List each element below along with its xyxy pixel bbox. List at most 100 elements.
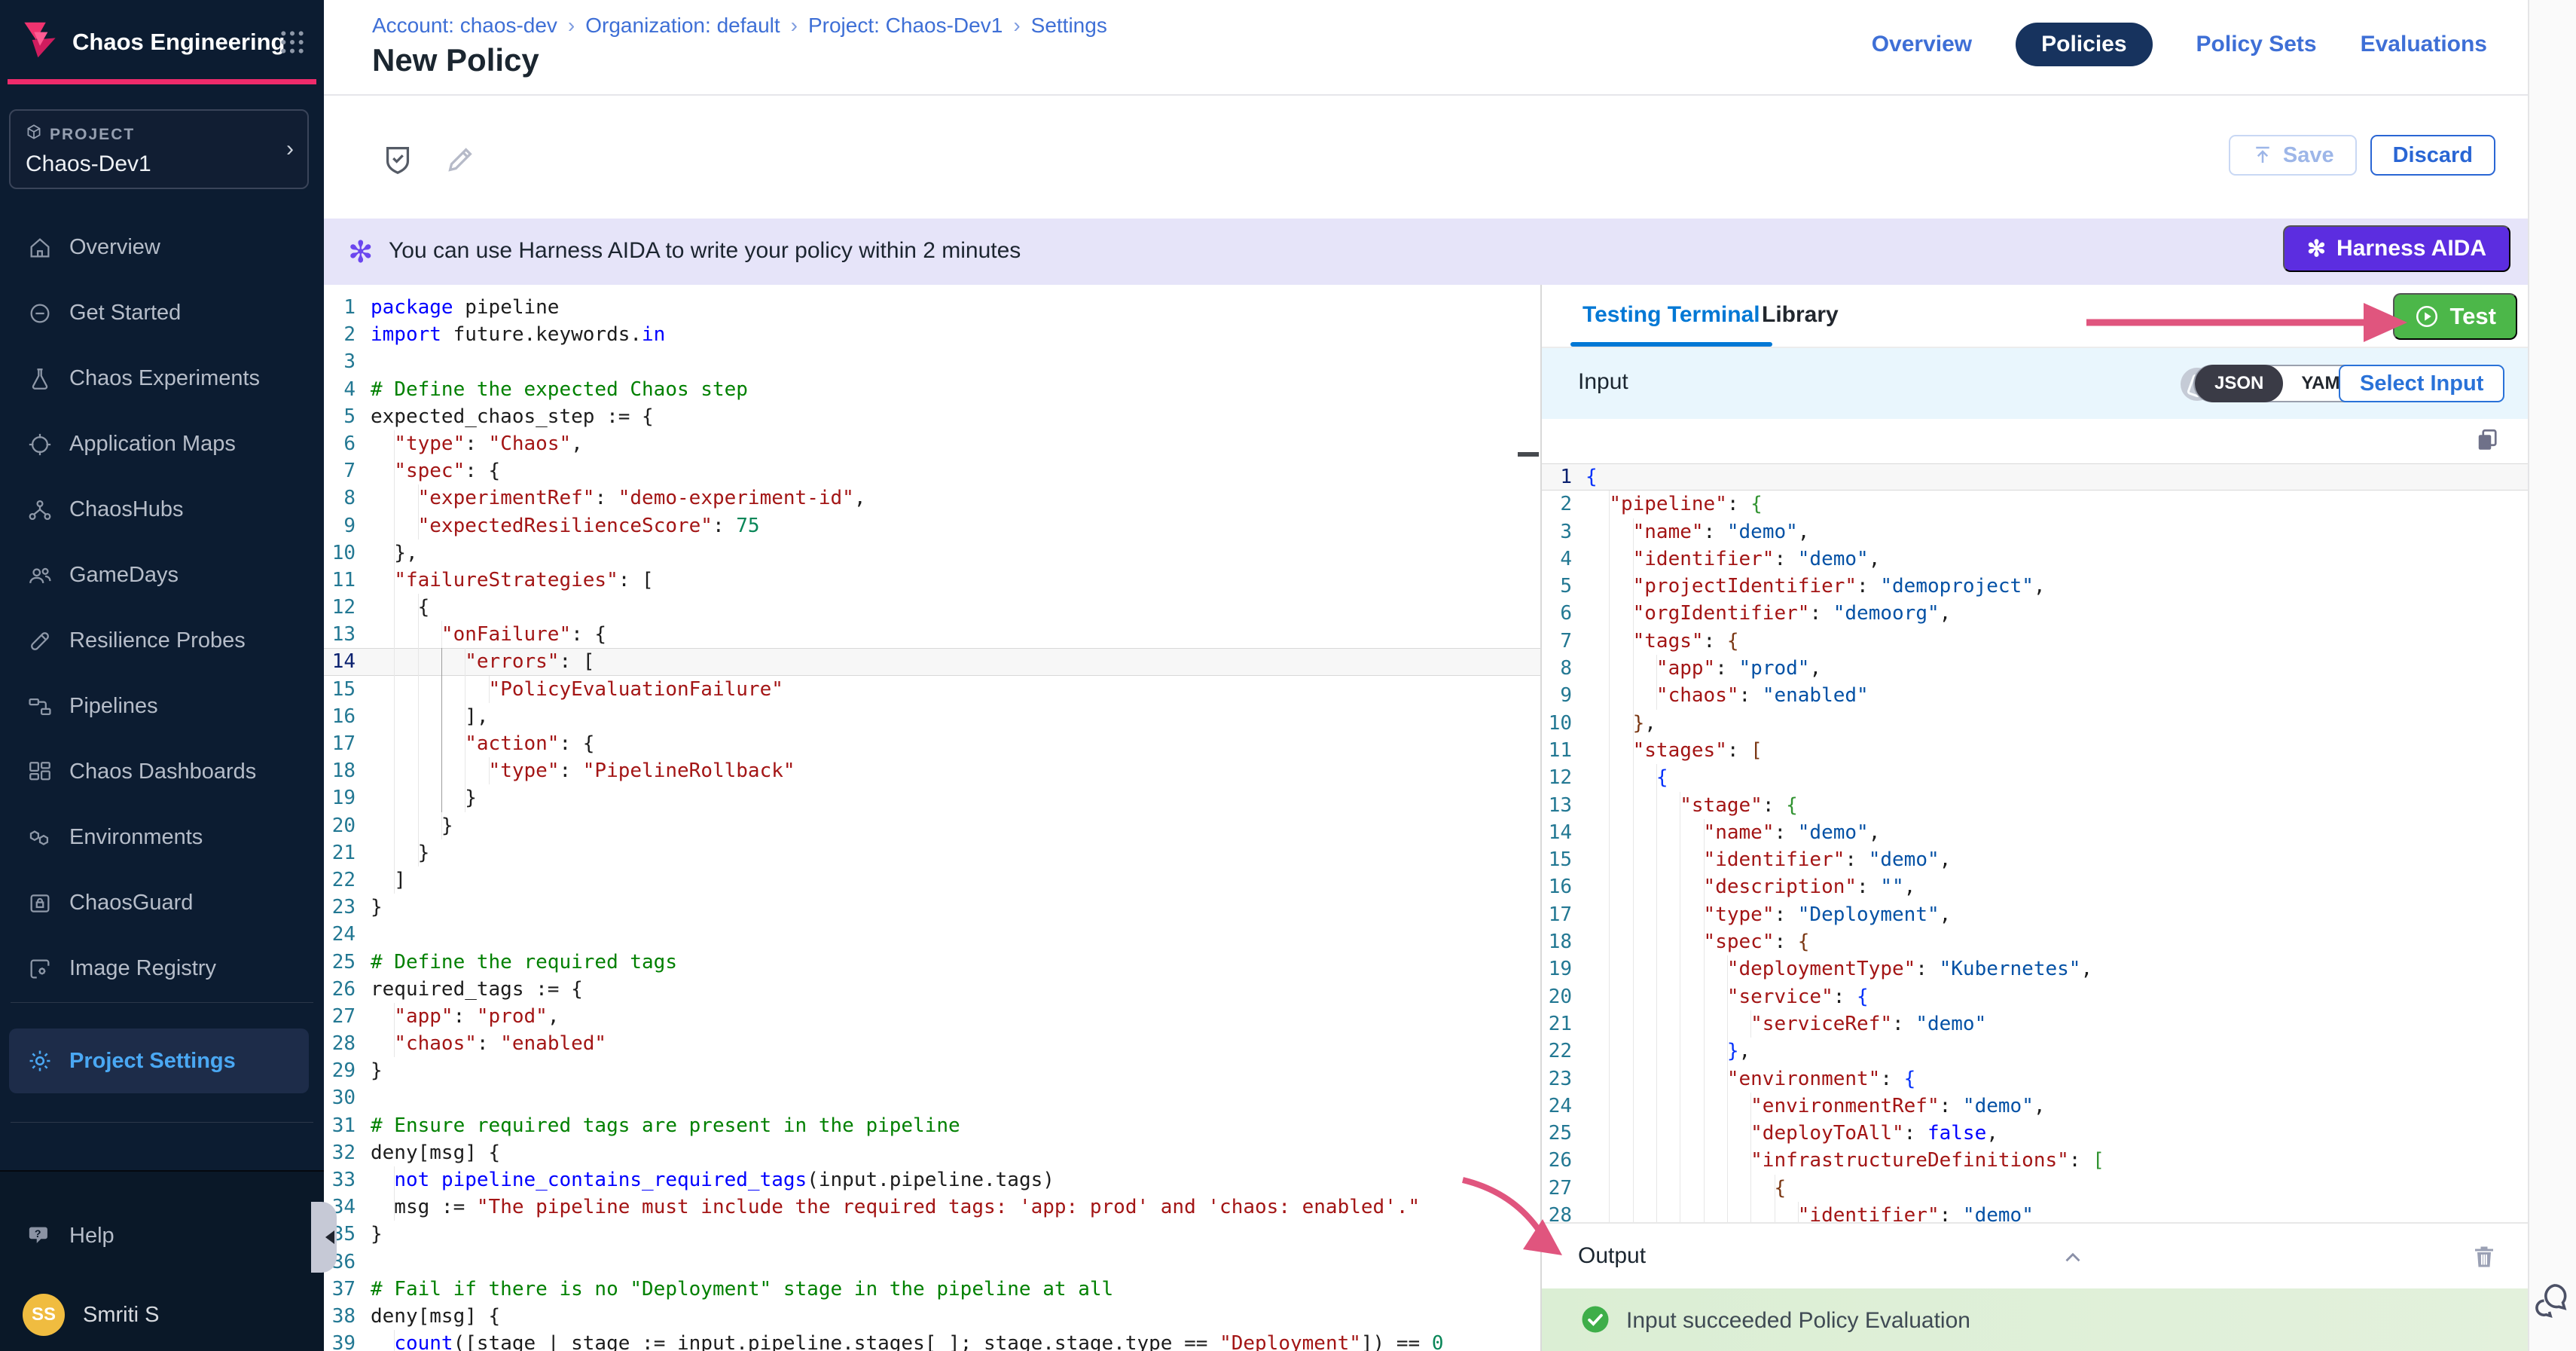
code-line[interactable]: 32deny[msg] { — [324, 1139, 1540, 1166]
select-input-button[interactable]: Select Input — [2339, 365, 2504, 402]
sidebar-item-image-registry[interactable]: Image Registry — [0, 936, 324, 1001]
code-line[interactable]: 7 "spec": { — [324, 457, 1540, 484]
sidebar-item-gamedays[interactable]: GameDays — [0, 543, 324, 608]
code-line[interactable]: 11 "failureStrategies": [ — [324, 567, 1540, 594]
code-line[interactable]: 31# Ensure required tags are present in … — [324, 1112, 1540, 1139]
code-line[interactable]: 5expected_chaos_step := { — [324, 403, 1540, 430]
sidebar-item-chaoshubs[interactable]: ChaosHubs — [0, 477, 324, 543]
user-menu[interactable]: SS Smriti S — [0, 1288, 324, 1341]
code-line[interactable]: 24 "environmentRef": "demo", — [1542, 1093, 2528, 1120]
harness-logo-icon[interactable] — [17, 17, 63, 63]
code-line[interactable]: 25 "deployToAll": false, — [1542, 1120, 2528, 1147]
support-chat-icon[interactable] — [2531, 1279, 2571, 1320]
code-line[interactable]: 8 "experimentRef": "demo-experiment-id", — [324, 484, 1540, 512]
trash-icon[interactable] — [2471, 1242, 2498, 1272]
code-line[interactable]: 2import future.keywords.in — [324, 321, 1540, 348]
code-line[interactable]: 37# Fail if there is no "Deployment" sta… — [324, 1276, 1540, 1303]
sidebar-item-project-settings[interactable]: Project Settings — [9, 1029, 309, 1093]
policy-code-editor[interactable]: 1package pipeline2import future.keywords… — [324, 285, 1540, 1351]
sidebar-item-help[interactable]: ? Help — [0, 1209, 324, 1262]
code-line[interactable]: 22 ] — [324, 867, 1540, 894]
breadcrumb-item[interactable]: Project: Chaos-Dev1 — [808, 14, 1003, 38]
code-line[interactable]: 25# Define the required tags — [324, 949, 1540, 976]
code-line[interactable]: 23} — [324, 894, 1540, 921]
breadcrumb-item[interactable]: Account: chaos-dev — [372, 14, 557, 38]
code-line[interactable]: 36 — [324, 1249, 1540, 1276]
tab-testing-terminal[interactable]: Testing Terminal — [1578, 301, 1765, 329]
code-line[interactable]: 35} — [324, 1221, 1540, 1248]
code-line[interactable]: 12 { — [1542, 764, 2528, 791]
code-line[interactable]: 39 count([stage | stage := input.pipelin… — [324, 1330, 1540, 1351]
code-line[interactable]: 6 "type": "Chaos", — [324, 430, 1540, 457]
tab-overview[interactable]: Overview — [1872, 23, 1972, 66]
code-line[interactable]: 20 } — [324, 812, 1540, 839]
code-line[interactable]: 17 "type": "Deployment", — [1542, 901, 2528, 928]
code-line[interactable]: 10 }, — [1542, 710, 2528, 737]
discard-button[interactable]: Discard — [2370, 135, 2495, 176]
sidebar-collapse-handle[interactable] — [311, 1202, 337, 1273]
harness-aida-button[interactable]: ✻ Harness AIDA — [2283, 225, 2510, 272]
code-line[interactable]: 14 "errors": [ — [324, 648, 1540, 675]
code-line[interactable]: 33 not pipeline_contains_required_tags(i… — [324, 1166, 1540, 1194]
code-line[interactable]: 1package pipeline — [324, 294, 1540, 321]
code-line[interactable]: 9 "chaos": "enabled" — [1542, 682, 2528, 709]
code-line[interactable]: 24 — [324, 921, 1540, 948]
edit-pencil-icon[interactable] — [443, 142, 478, 177]
code-line[interactable]: 4# Define the expected Chaos step — [324, 376, 1540, 403]
code-line[interactable]: 1{ — [1542, 463, 2528, 491]
code-line[interactable]: 29} — [324, 1057, 1540, 1084]
code-line[interactable]: 23 "environment": { — [1542, 1065, 2528, 1093]
code-line[interactable]: 20 "service": { — [1542, 983, 2528, 1010]
code-line[interactable]: 6 "orgIdentifier": "demoorg", — [1542, 600, 2528, 627]
code-line[interactable]: 19 "deploymentType": "Kubernetes", — [1542, 955, 2528, 983]
code-line[interactable]: 18 "type": "PipelineRollback" — [324, 757, 1540, 784]
breadcrumb-item[interactable]: Settings — [1031, 14, 1107, 38]
tab-evaluations[interactable]: Evaluations — [2361, 23, 2487, 66]
code-line[interactable]: 16 "description": "", — [1542, 873, 2528, 900]
sidebar-item-application-maps[interactable]: Application Maps — [0, 411, 324, 477]
code-line[interactable]: 15 "identifier": "demo", — [1542, 846, 2528, 873]
code-line[interactable]: 13 "onFailure": { — [324, 621, 1540, 648]
code-line[interactable]: 27 { — [1542, 1175, 2528, 1202]
code-line[interactable]: 4 "identifier": "demo", — [1542, 546, 2528, 573]
code-line[interactable]: 13 "stage": { — [1542, 792, 2528, 819]
sidebar-item-pipelines[interactable]: Pipelines — [0, 674, 324, 739]
sidebar-item-chaos-dashboards[interactable]: Chaos Dashboards — [0, 739, 324, 805]
sidebar-item-overview[interactable]: Overview — [0, 215, 324, 280]
code-line[interactable]: 12 { — [324, 594, 1540, 621]
toggle-option-json[interactable]: JSON — [2195, 365, 2283, 402]
shield-check-icon[interactable] — [380, 142, 415, 177]
code-line[interactable]: 22 }, — [1542, 1038, 2528, 1065]
tab-library[interactable]: Library — [1757, 301, 1843, 329]
code-line[interactable]: 3 — [324, 348, 1540, 375]
code-line[interactable]: 18 "spec": { — [1542, 928, 2528, 955]
code-line[interactable]: 28 "chaos": "enabled" — [324, 1030, 1540, 1057]
code-line[interactable]: 28 "identifier": "demo" — [1542, 1202, 2528, 1222]
code-line[interactable]: 34 msg := "The pipeline must include the… — [324, 1194, 1540, 1221]
save-button[interactable]: Save — [2229, 135, 2357, 176]
sidebar-item-get-started[interactable]: Get Started — [0, 280, 324, 346]
code-line[interactable]: 5 "projectIdentifier": "demoproject", — [1542, 573, 2528, 600]
code-line[interactable]: 30 — [324, 1084, 1540, 1111]
project-selector[interactable]: PROJECT Chaos-Dev1 › — [9, 109, 309, 189]
code-line[interactable]: 2 "pipeline": { — [1542, 491, 2528, 518]
test-button[interactable]: Test — [2393, 293, 2517, 340]
sidebar-item-environments[interactable]: Environments — [0, 805, 324, 870]
module-switcher-icon[interactable] — [277, 27, 307, 57]
code-line[interactable]: 14 "name": "demo", — [1542, 819, 2528, 846]
chevron-up-icon[interactable] — [2060, 1245, 2086, 1270]
code-line[interactable]: 3 "name": "demo", — [1542, 518, 2528, 546]
tab-policy-sets[interactable]: Policy Sets — [2196, 23, 2317, 66]
sidebar-item-chaos-experiments[interactable]: Chaos Experiments — [0, 346, 324, 411]
input-code-editor[interactable]: 1{2 "pipeline": {3 "name": "demo",4 "ide… — [1542, 419, 2528, 1222]
code-line[interactable]: 38deny[msg] { — [324, 1303, 1540, 1330]
breadcrumb-item[interactable]: Organization: default — [585, 14, 780, 38]
code-line[interactable]: 26required_tags := { — [324, 976, 1540, 1003]
code-line[interactable]: 8 "app": "prod", — [1542, 655, 2528, 682]
code-line[interactable]: 10 }, — [324, 539, 1540, 567]
code-line[interactable]: 9 "expectedResilienceScore": 75 — [324, 512, 1540, 539]
code-line[interactable]: 15 "PolicyEvaluationFailure" — [324, 676, 1540, 703]
sidebar-item-chaosguard[interactable]: ChaosGuard — [0, 870, 324, 936]
code-line[interactable]: 27 "app": "prod", — [324, 1003, 1540, 1030]
code-line[interactable]: 19 } — [324, 784, 1540, 812]
